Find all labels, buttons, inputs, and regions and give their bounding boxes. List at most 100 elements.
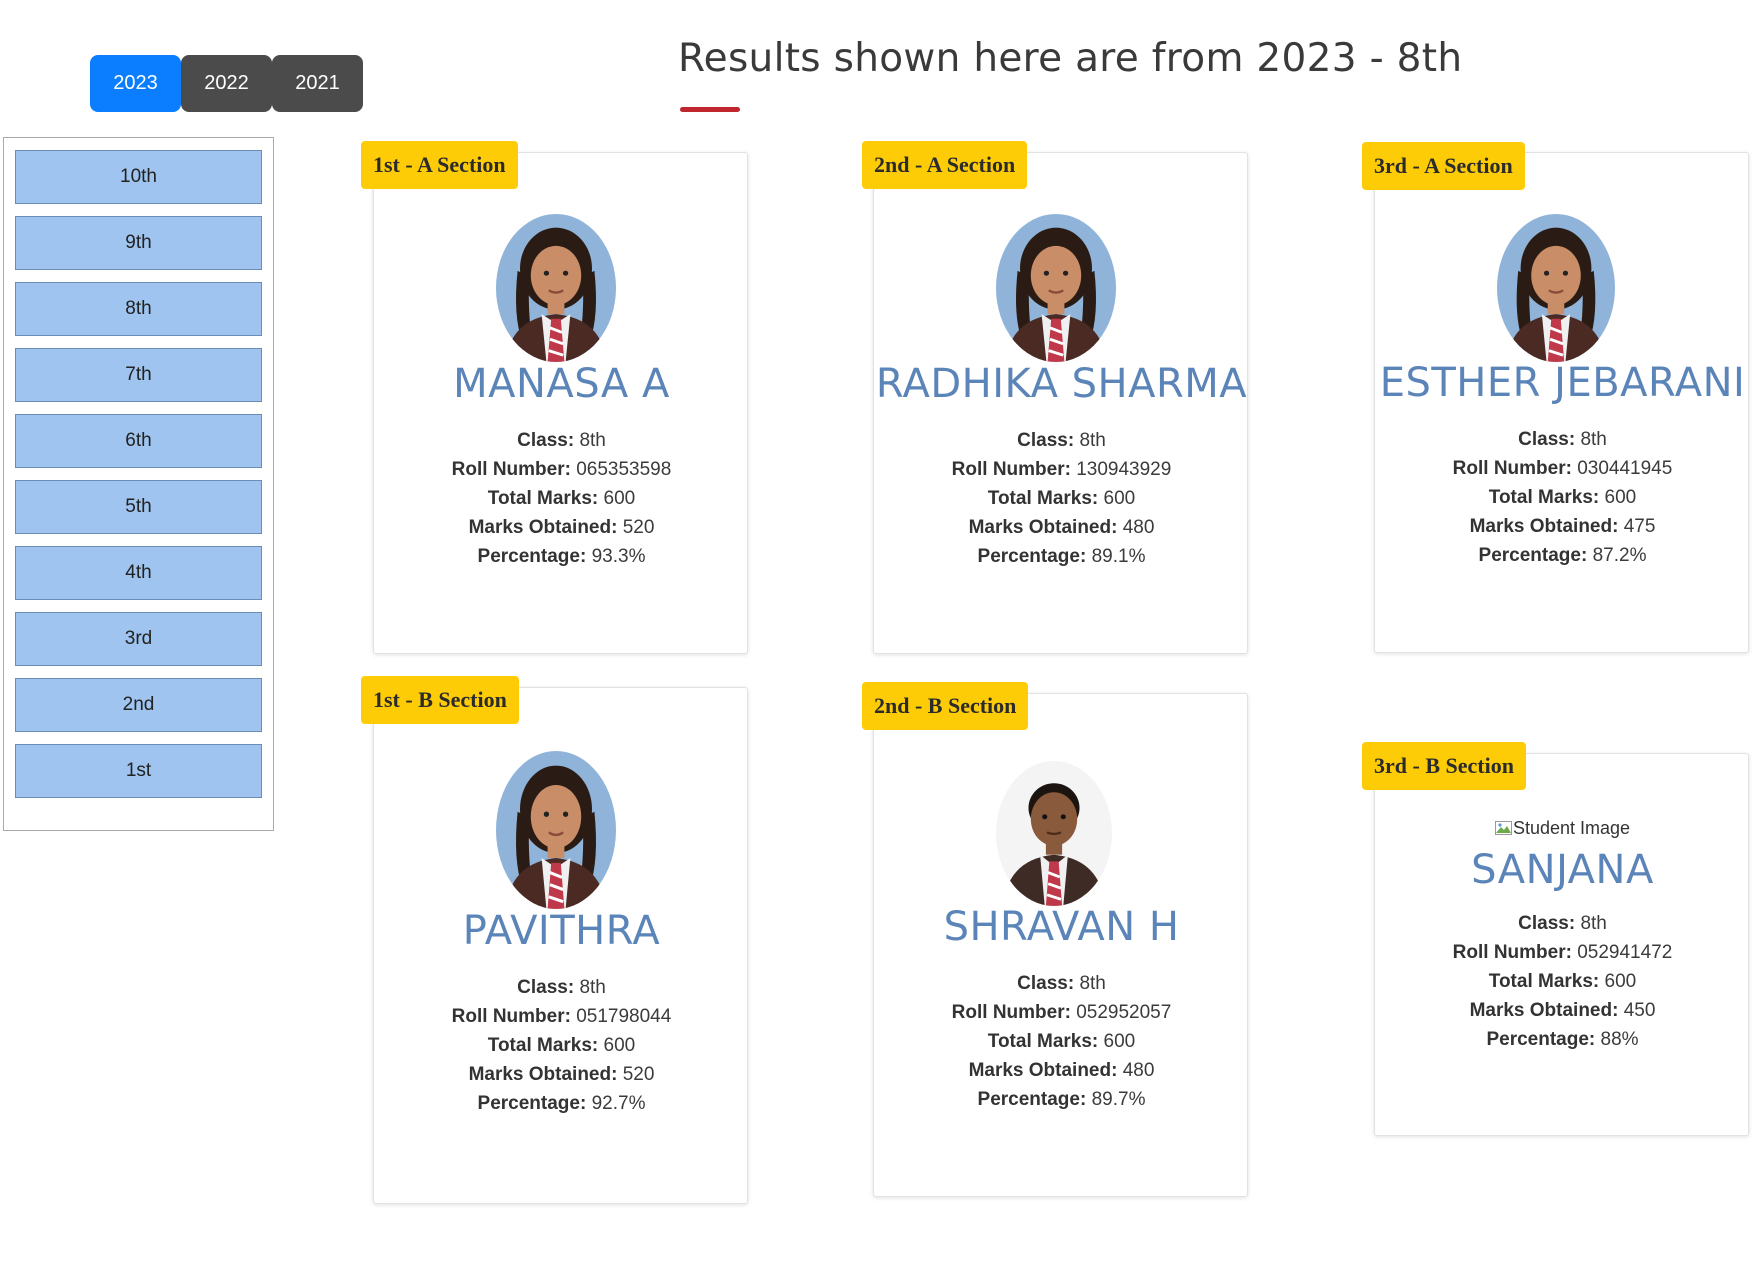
class-button-5th[interactable]: 5th <box>15 480 262 534</box>
class-label: Class: <box>1017 430 1075 451</box>
roll-value: 052941472 <box>1577 942 1673 963</box>
student-card: PAVITHRA Class: 8th Roll Number: 0517980… <box>373 687 748 1204</box>
total-value: 600 <box>1103 488 1136 509</box>
class-value: 8th <box>1079 973 1106 994</box>
student-details: Class: 8th Roll Number: 130943929 Total … <box>874 426 1249 571</box>
roll-label: Roll Number: <box>451 1006 571 1027</box>
class-label: Class: <box>1017 973 1075 994</box>
roll-value: 065353598 <box>576 459 672 480</box>
roll-value: 051798044 <box>576 1006 672 1027</box>
student-details: Class: 8th Roll Number: 051798044 Total … <box>374 973 749 1118</box>
total-label: Total Marks: <box>487 488 599 509</box>
obtained-value: 450 <box>1623 1000 1656 1021</box>
total-label: Total Marks: <box>487 1035 599 1056</box>
percentage-value: 89.7% <box>1091 1089 1146 1110</box>
class-button-8th[interactable]: 8th <box>15 282 262 336</box>
rank-badge: 3rd - B Section <box>1362 742 1526 790</box>
class-label: Class: <box>517 430 575 451</box>
roll-label: Roll Number: <box>1452 458 1572 479</box>
student-photo <box>496 214 616 362</box>
broken-image-icon <box>1494 819 1512 835</box>
student-details: Class: 8th Roll Number: 052952057 Total … <box>874 969 1249 1114</box>
percentage-label: Percentage: <box>477 546 587 567</box>
rank-badge: 1st - B Section <box>361 676 519 724</box>
percentage-label: Percentage: <box>977 1089 1087 1110</box>
student-name: SHRAVAN H <box>943 904 1180 950</box>
year-tabs: 2023 2022 2021 <box>90 55 363 112</box>
total-label: Total Marks: <box>1488 487 1600 508</box>
percentage-label: Percentage: <box>1486 1029 1596 1050</box>
total-value: 600 <box>1604 971 1637 992</box>
student-card: MANASA A Class: 8th Roll Number: 0653535… <box>373 152 748 654</box>
obtained-label: Marks Obtained: <box>468 517 618 538</box>
student-photo-alt: Student Image <box>1512 818 1631 838</box>
class-value: 8th <box>1079 430 1106 451</box>
percentage-label: Percentage: <box>477 1093 587 1114</box>
year-tab-2022[interactable]: 2022 <box>181 55 272 112</box>
class-button-3rd[interactable]: 3rd <box>15 612 262 666</box>
student-name: PAVITHRA <box>462 908 661 954</box>
roll-label: Roll Number: <box>1452 942 1572 963</box>
rank-badge: 2nd - B Section <box>862 682 1029 730</box>
total-label: Total Marks: <box>1488 971 1600 992</box>
roll-value: 130943929 <box>1076 459 1172 480</box>
rank-badge: 1st - A Section <box>361 141 518 189</box>
obtained-label: Marks Obtained: <box>1469 1000 1619 1021</box>
class-button-6th[interactable]: 6th <box>15 414 262 468</box>
student-photo-broken: Student Image <box>1375 818 1750 839</box>
class-button-1st[interactable]: 1st <box>15 744 262 798</box>
rank-badge: 2nd - A Section <box>862 141 1028 189</box>
obtained-value: 520 <box>622 517 655 538</box>
class-button-7th[interactable]: 7th <box>15 348 262 402</box>
total-value: 600 <box>1604 487 1637 508</box>
student-card: SHRAVAN H Class: 8th Roll Number: 052952… <box>873 693 1248 1197</box>
heading-underline <box>680 107 740 112</box>
student-name: RADHIKA SHARMA <box>875 361 1248 407</box>
student-photo <box>996 214 1116 362</box>
student-photo <box>1497 214 1615 362</box>
roll-label: Roll Number: <box>951 459 1071 480</box>
year-tab-2023[interactable]: 2023 <box>90 55 181 112</box>
student-details: Class: 8th Roll Number: 052941472 Total … <box>1375 909 1750 1054</box>
roll-value: 030441945 <box>1577 458 1673 479</box>
student-photo <box>496 751 616 909</box>
student-card: RADHIKA SHARMA Class: 8th Roll Number: 1… <box>873 152 1248 654</box>
student-name: SANJANA <box>1471 847 1654 893</box>
percentage-value: 89.1% <box>1091 546 1146 567</box>
student-card: ESTHER JEBARANI Class: 8th Roll Number: … <box>1374 152 1749 653</box>
class-value: 8th <box>579 977 606 998</box>
student-card: Student Image SANJANA Class: 8th Roll Nu… <box>1374 753 1749 1136</box>
class-button-4th[interactable]: 4th <box>15 546 262 600</box>
obtained-value: 480 <box>1122 517 1155 538</box>
class-button-2nd[interactable]: 2nd <box>15 678 262 732</box>
class-value: 8th <box>1580 913 1607 934</box>
obtained-label: Marks Obtained: <box>968 1060 1118 1081</box>
obtained-value: 480 <box>1122 1060 1155 1081</box>
student-name: MANASA A <box>453 361 670 407</box>
student-details: Class: 8th Roll Number: 065353598 Total … <box>374 426 749 571</box>
roll-value: 052952057 <box>1076 1002 1172 1023</box>
rank-badge: 3rd - A Section <box>1362 142 1525 190</box>
obtained-label: Marks Obtained: <box>468 1064 618 1085</box>
obtained-label: Marks Obtained: <box>968 517 1118 538</box>
student-photo <box>996 761 1112 906</box>
obtained-label: Marks Obtained: <box>1469 516 1619 537</box>
roll-label: Roll Number: <box>951 1002 1071 1023</box>
class-button-10th[interactable]: 10th <box>15 150 262 204</box>
page-title: Results shown here are from 2023 - 8th <box>678 36 1463 81</box>
percentage-label: Percentage: <box>977 546 1087 567</box>
percentage-value: 87.2% <box>1592 545 1647 566</box>
obtained-value: 520 <box>622 1064 655 1085</box>
class-button-9th[interactable]: 9th <box>15 216 262 270</box>
student-name: ESTHER JEBARANI <box>1379 360 1746 406</box>
class-value: 8th <box>1580 429 1607 450</box>
total-label: Total Marks: <box>987 488 1099 509</box>
total-value: 600 <box>603 488 636 509</box>
total-label: Total Marks: <box>987 1031 1099 1052</box>
percentage-value: 93.3% <box>591 546 646 567</box>
year-tab-2021[interactable]: 2021 <box>272 55 363 112</box>
total-value: 600 <box>603 1035 636 1056</box>
class-label: Class: <box>1518 429 1576 450</box>
percentage-value: 92.7% <box>591 1093 646 1114</box>
class-value: 8th <box>579 430 606 451</box>
